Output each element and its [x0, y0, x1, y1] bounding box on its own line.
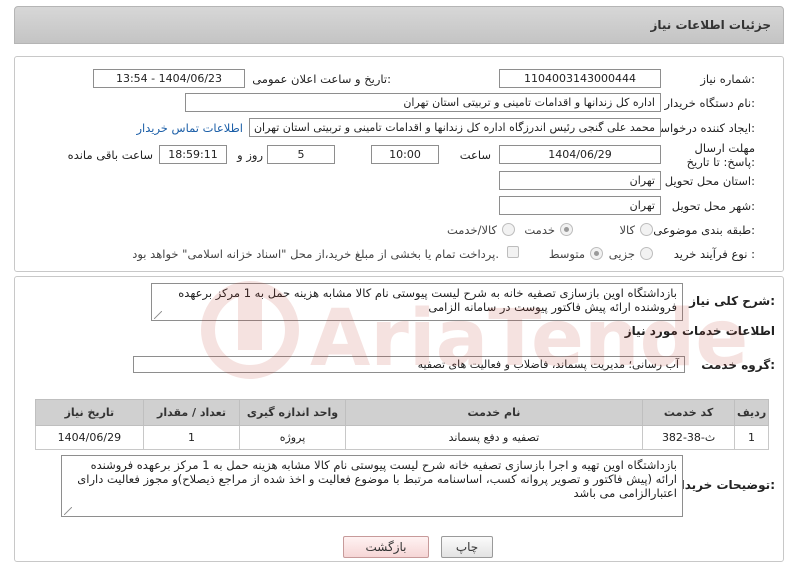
category-radio-goods-service[interactable]: [502, 223, 515, 236]
process-medium-label: متوسط: [548, 247, 585, 261]
buyer-notes-label: توضیحات خریدار:: [673, 478, 775, 492]
category-radio-service[interactable]: [560, 223, 573, 236]
cell-date: 1404/06/29: [35, 425, 144, 450]
buyer-notes-textarea: بازداشتگاه اوین تهیه و اجرا بازسازی تصفی…: [61, 455, 683, 517]
service-group-label: گروه خدمت:: [701, 358, 775, 372]
creator-field: محمد علی گنجی رئیس اندرزگاه اداره کل زند…: [249, 118, 661, 137]
city-field: تهران: [499, 196, 661, 215]
col-code-header: کد خدمت: [642, 399, 736, 426]
category-goods-service-label: کالا/خدمت: [446, 223, 497, 237]
buyer-org-label: نام دستگاه خریدار:: [664, 96, 755, 110]
buyer-org-field: اداره کل زندانها و اقدامات تامینی و تربی…: [185, 93, 661, 112]
deadline-date-field: 1404/06/29: [499, 145, 661, 164]
page-container: جزئیات اطلاعات نیاز شماره نیاز: 11040031…: [14, 6, 784, 562]
category-service-label: خدمت: [524, 223, 555, 237]
treasury-checkbox[interactable]: [507, 246, 519, 258]
title-bar: جزئیات اطلاعات نیاز: [14, 6, 784, 44]
announce-field: 1404/06/23 - 13:54: [93, 69, 245, 88]
process-minor-label: جزیی: [608, 247, 635, 261]
time-label: ساعت: [459, 148, 491, 162]
buyer-notes-text: بازداشتگاه اوین تهیه و اجرا بازسازی تصفی…: [77, 458, 677, 500]
process-radio-medium[interactable]: [590, 247, 603, 260]
need-info-panel: شماره نیاز: 1104003143000444 تاریخ و ساع…: [14, 56, 784, 272]
cell-name: تصفیه و دفع پسماند: [344, 425, 644, 450]
service-group-field: آب رسانی؛ مدیریت پسماند، فاضلاب و فعالیت…: [133, 356, 685, 373]
page-title: جزئیات اطلاعات نیاز: [650, 18, 771, 32]
resize-grip-icon[interactable]: [154, 311, 162, 319]
province-label: استان محل تحویل:: [664, 174, 755, 188]
services-section-title: اطلاعات خدمات مورد نیاز: [624, 324, 775, 338]
table-row: 1 ث-38-382 تصفیه و دفع پسماند پروژه 1 14…: [35, 425, 769, 450]
col-unit-header: واحد اندازه گیری: [239, 399, 346, 426]
col-qty-header: تعداد / مقدار: [142, 399, 241, 426]
col-row-header: ردیف: [734, 399, 769, 426]
days-field: 5: [267, 145, 335, 164]
cell-code: ث-38-382: [642, 425, 736, 450]
print-button[interactable]: چاپ: [441, 536, 493, 558]
back-button[interactable]: بازگشت: [343, 536, 429, 558]
services-table: ردیف کد خدمت نام خدمت واحد اندازه گیری ت…: [35, 399, 769, 450]
days-label: روز و: [237, 148, 263, 162]
announce-label: تاریخ و ساعت اعلان عمومی:: [252, 72, 391, 86]
category-radio-goods[interactable]: [640, 223, 653, 236]
cell-unit: پروژه: [239, 425, 346, 450]
col-name-header: نام خدمت: [344, 399, 644, 426]
deadline-time-field: 10:00: [371, 145, 439, 164]
description-text: بازداشتگاه اوین بازسازی تصفیه خانه به شر…: [178, 286, 677, 314]
description-textarea: بازداشتگاه اوین بازسازی تصفیه خانه به شر…: [151, 283, 683, 321]
table-header-row: ردیف کد خدمت نام خدمت واحد اندازه گیری ت…: [35, 399, 769, 426]
payment-note: پرداخت تمام یا بخشی از مبلغ خرید،از محل …: [132, 247, 499, 261]
category-label: طبقه بندی موضوعی:: [653, 223, 755, 237]
category-goods-label: کالا: [619, 223, 635, 237]
resize-grip-icon[interactable]: [64, 507, 72, 515]
need-number-field: 1104003143000444: [499, 69, 661, 88]
buyer-contact-link[interactable]: اطلاعات تماس خریدار: [136, 121, 243, 135]
remaining-time-field: 18:59:11: [159, 145, 227, 164]
remaining-label: ساعت باقی مانده: [67, 148, 153, 162]
deadline-label: مهلت ارسال پاسخ: تا تاریخ:: [686, 141, 755, 169]
city-label: شهر محل تحویل:: [671, 199, 755, 213]
need-number-label: شماره نیاز:: [700, 72, 755, 86]
cell-qty: 1: [142, 425, 241, 450]
services-panel: شرح کلی نیاز: بازداشتگاه اوین بازسازی تص…: [14, 276, 784, 562]
process-label: نوع فرآیند خرید :: [673, 247, 755, 261]
process-radio-minor[interactable]: [640, 247, 653, 260]
description-label: شرح کلی نیاز:: [689, 294, 775, 308]
province-field: تهران: [499, 171, 661, 190]
creator-label: ایجاد کننده درخواست:: [649, 121, 755, 135]
col-date-header: تاریخ نیاز: [35, 399, 144, 426]
cell-row: 1: [734, 425, 769, 450]
